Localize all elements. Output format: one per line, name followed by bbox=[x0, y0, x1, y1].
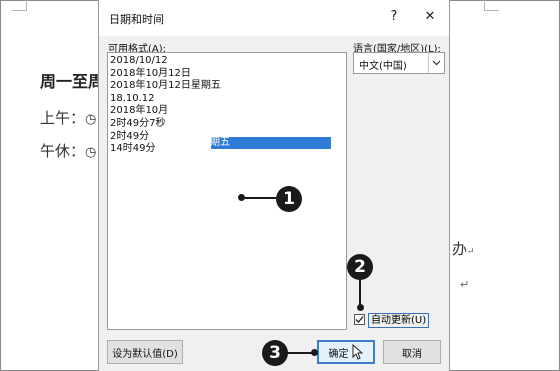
left-margin-mark bbox=[12, 0, 27, 11]
callout-1-badge: 1 bbox=[276, 186, 302, 212]
document-right-fragment: 办↵ bbox=[452, 240, 475, 258]
dialog-titlebar: 日期和时间 ? ✕ bbox=[99, 0, 449, 36]
callout-2-badge: 2 bbox=[347, 254, 373, 280]
mouse-pointer-icon bbox=[352, 344, 363, 360]
cancel-button[interactable]: 取消 bbox=[383, 340, 441, 364]
language-select[interactable]: 中文(中国) bbox=[353, 52, 445, 74]
dialog-title: 日期和时间 bbox=[109, 13, 164, 26]
clock-icon: ◷ bbox=[85, 112, 97, 127]
callout-2-line bbox=[359, 280, 361, 306]
formats-listbox[interactable]: 2018/10/12 2018年10月12日 2018年10月12日星期五 18.10… bbox=[107, 52, 347, 330]
format-item[interactable]: 2018年10月 bbox=[110, 105, 346, 118]
auto-update-checkbox[interactable] bbox=[354, 314, 365, 325]
document-line-morning: 上午：◷ bbox=[40, 109, 97, 127]
callout-3-badge: 3 bbox=[262, 340, 288, 366]
callout-1-line bbox=[242, 197, 276, 199]
close-button[interactable]: ✕ bbox=[421, 9, 439, 24]
format-item[interactable]: 2018年10月12日 bbox=[110, 68, 346, 81]
format-item[interactable]: 2018年10月12日星期五 bbox=[110, 80, 346, 93]
right-margin-mark bbox=[484, 0, 499, 11]
ok-button[interactable]: 确定 bbox=[317, 340, 375, 364]
language-value: 中文(中国) bbox=[359, 61, 407, 72]
ok-label: 确定 bbox=[328, 348, 349, 360]
auto-update-label[interactable]: 自动更新(U) bbox=[368, 313, 430, 328]
chevron-down-icon[interactable] bbox=[428, 53, 444, 73]
callout-3-line bbox=[287, 352, 313, 354]
document-line-noon: 午休：◷ bbox=[40, 142, 97, 160]
selected-format-text: 期五 bbox=[210, 137, 230, 148]
format-item[interactable]: 18.10.12 bbox=[110, 93, 346, 106]
format-item[interactable]: 2018/10/12 bbox=[110, 55, 346, 68]
help-button[interactable]: ? bbox=[385, 9, 403, 24]
callout-3-pointer-dot bbox=[311, 349, 318, 356]
paragraph-mark: ↵ bbox=[460, 278, 470, 291]
check-icon bbox=[355, 316, 364, 323]
date-time-dialog: 日期和时间 ? ✕ 可用格式(A): 2018/10/12 2018年10月12日… bbox=[98, 0, 450, 371]
clock-icon: ◷ bbox=[85, 145, 97, 160]
format-item[interactable]: 2时49分7秒 bbox=[110, 118, 346, 131]
document-heading: 周一至周 bbox=[40, 72, 105, 91]
set-default-button[interactable]: 设为默认值(D) bbox=[107, 340, 183, 364]
callout-2-pointer-dot bbox=[357, 304, 364, 311]
